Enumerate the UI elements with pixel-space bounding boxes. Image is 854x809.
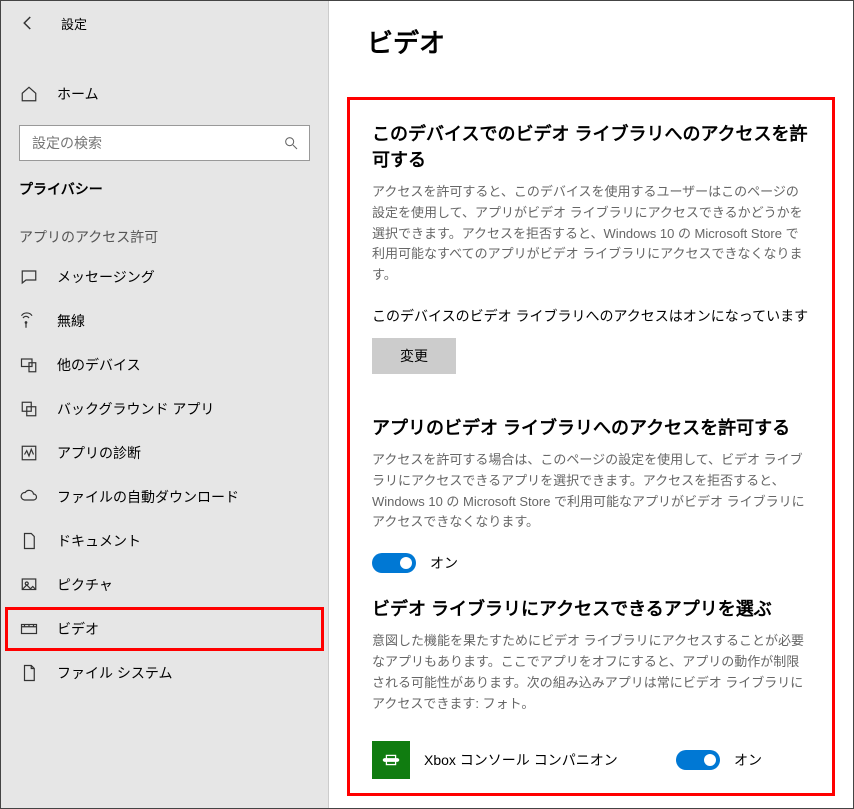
section3-description: 意図した機能を果たすためにビデオ ライブラリにアクセスすることが必要なアプリもあ…: [372, 631, 810, 714]
sidebar-item-file-system[interactable]: ファイル システム: [19, 651, 310, 695]
pictures-icon: [19, 575, 39, 595]
message-icon: [19, 267, 39, 287]
sidebar-group-title: アプリのアクセス許可: [19, 227, 310, 247]
xbox-icon: [372, 741, 410, 779]
settings-window: 設定 ホーム プライバシー アプリのアクセス許可 メッセージング: [0, 0, 854, 809]
sidebar-item-app-diagnostics[interactable]: アプリの診断: [19, 431, 310, 475]
titlebar: 設定: [1, 1, 328, 45]
video-icon: [19, 619, 39, 639]
cloud-download-icon: [19, 487, 39, 507]
diagnostics-icon: [19, 443, 39, 463]
sidebar-item-label: 他のデバイス: [57, 355, 141, 375]
window-title: 設定: [61, 14, 87, 33]
section1-heading: このデバイスでのビデオ ライブラリへのアクセスを許可する: [372, 120, 810, 172]
search-input-container[interactable]: [19, 125, 310, 161]
back-icon[interactable]: [19, 14, 37, 32]
sidebar-item-label: ピクチャ: [57, 575, 113, 595]
sidebar-item-label: 無線: [57, 311, 85, 331]
sidebar-item-label: ファイル システム: [57, 663, 172, 683]
sidebar-item-label: メッセージング: [57, 267, 155, 287]
search-input[interactable]: [30, 134, 254, 152]
highlighted-region: このデバイスでのビデオ ライブラリへのアクセスを許可する アクセスを許可すると、…: [347, 97, 835, 796]
home-icon: [19, 84, 39, 104]
sidebar-item-label: アプリの診断: [57, 443, 141, 463]
sidebar-item-label: バックグラウンド アプリ: [57, 399, 214, 419]
apps-access-toggle[interactable]: [372, 553, 416, 573]
section3-heading: ビデオ ライブラリにアクセスできるアプリを選ぶ: [372, 595, 810, 621]
change-button[interactable]: 変更: [372, 338, 456, 374]
app-name: Xbox コンソール コンパニオン: [424, 750, 644, 770]
radio-icon: [19, 311, 39, 331]
sidebar-item-label: ファイルの自動ダウンロード: [57, 487, 239, 507]
page-title: ビデオ: [367, 23, 853, 60]
devices-icon: [19, 355, 39, 375]
section1-status: このデバイスのビデオ ライブラリへのアクセスはオンになっています: [372, 306, 810, 326]
section2-description: アクセスを許可する場合は、このページの設定を使用して、ビデオ ライブラリにアクセ…: [372, 450, 810, 533]
sidebar-item-messaging[interactable]: メッセージング: [19, 255, 310, 299]
search-icon: [283, 135, 299, 151]
sidebar-item-radios[interactable]: 無線: [19, 299, 310, 343]
background-apps-icon: [19, 399, 39, 419]
content-pane: ビデオ このデバイスでのビデオ ライブラリへのアクセスを許可する アクセスを許可…: [329, 1, 853, 808]
sidebar-item-other-devices[interactable]: 他のデバイス: [19, 343, 310, 387]
sidebar-item-home[interactable]: ホーム: [19, 73, 310, 115]
app-row-xbox: Xbox コンソール コンパニオン オン: [372, 734, 810, 786]
section2-heading: アプリのビデオ ライブラリへのアクセスを許可する: [372, 414, 810, 440]
sidebar-item-pictures[interactable]: ピクチャ: [19, 563, 310, 607]
sidebar-item-background-apps[interactable]: バックグラウンド アプリ: [19, 387, 310, 431]
section1-description: アクセスを許可すると、このデバイスを使用するユーザーはこのページの設定を使用して…: [372, 182, 810, 286]
sidebar-item-label: ビデオ: [57, 619, 99, 639]
document-icon: [19, 531, 39, 551]
sidebar-item-videos[interactable]: ビデオ: [5, 607, 324, 651]
sidebar-section-title: プライバシー: [19, 179, 310, 199]
sidebar-home-label: ホーム: [57, 84, 99, 104]
app-row-camera: カメラ オン: [372, 792, 810, 796]
apps-access-toggle-label: オン: [430, 553, 458, 573]
sidebar-item-auto-downloads[interactable]: ファイルの自動ダウンロード: [19, 475, 310, 519]
sidebar: 設定 ホーム プライバシー アプリのアクセス許可 メッセージング: [1, 1, 329, 808]
app-toggle-xbox[interactable]: [676, 750, 720, 770]
app-toggle-label: オン: [734, 750, 762, 770]
sidebar-item-label: ドキュメント: [57, 531, 141, 551]
sidebar-item-documents[interactable]: ドキュメント: [19, 519, 310, 563]
file-system-icon: [19, 663, 39, 683]
